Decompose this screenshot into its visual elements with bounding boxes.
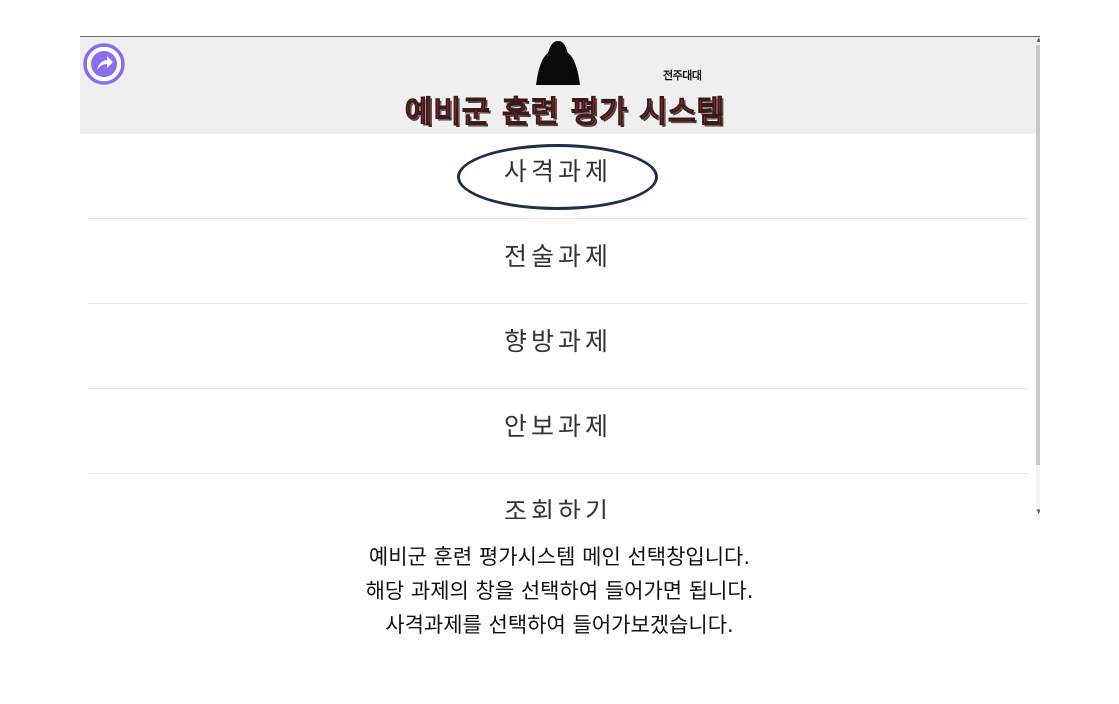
mascot-silhouette-icon [536,41,580,85]
scroll-up-icon[interactable]: ▴ [1036,37,1040,45]
system-title: 예비군 훈련 평가 시스템 [404,95,726,131]
unit-name: 전주대대 [663,69,702,82]
menu-item-label: 안보과제 [503,412,612,441]
back-button[interactable] [83,43,125,85]
header: 전주대대 예비군 훈련 평가 시스템 [80,37,1040,134]
circle-arrow-icon [83,43,125,85]
caption-line: 해당 과제의 창을 선택하여 들어가면 됩니다. [365,579,754,603]
caption: 예비군 훈련 평가시스템 메인 선택창입니다. 해당 과제의 창을 선택하여 들… [0,540,1119,642]
caption-line: 사격과제를 선택하여 들어가보겠습니다. [385,613,734,637]
menu-item-shooting-task[interactable]: 사격과제 [88,134,1028,219]
task-menu: 사격과제 전술과제 향방과제 안보과제 조회하기 [88,134,1028,519]
menu-item-local-defense-task[interactable]: 향방과제 [88,304,1028,389]
menu-item-security-task[interactable]: 안보과제 [88,389,1028,474]
scroll-thumb[interactable] [1036,45,1040,465]
caption-line: 예비군 훈련 평가시스템 메인 선택창입니다. [368,545,751,569]
scroll-down-icon[interactable]: ▾ [1036,507,1040,517]
menu-item-tactics-task[interactable]: 전술과제 [88,219,1028,304]
app-window: 전주대대 예비군 훈련 평가 시스템 사격과제 전술과제 향방과제 안보과제 조… [80,36,1040,519]
menu-item-label: 조회하기 [503,497,612,519]
menu-item-label: 향방과제 [503,327,612,356]
scrollbar[interactable]: ▴ ▾ [1036,37,1040,519]
menu-item-lookup[interactable]: 조회하기 [88,474,1028,519]
menu-item-label: 전술과제 [503,242,612,271]
menu-item-label: 사격과제 [503,157,612,186]
